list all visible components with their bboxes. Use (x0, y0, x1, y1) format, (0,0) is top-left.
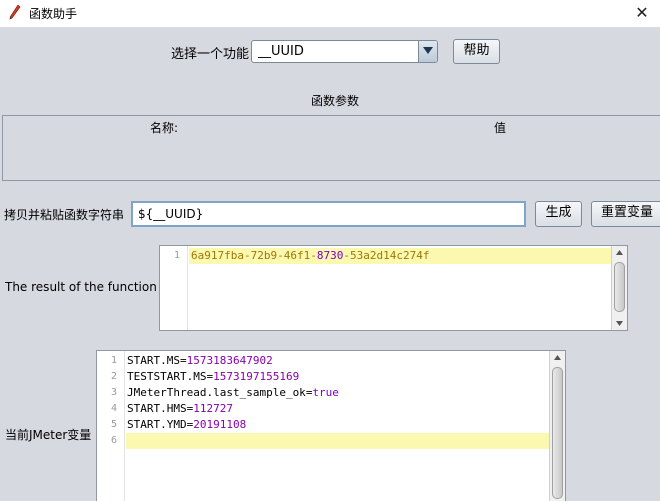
scroll-up-arrow-icon[interactable] (612, 246, 627, 260)
line-number: 2 (110, 371, 117, 382)
result-token: -53a2d14c274f (343, 249, 430, 262)
params-title: 函数参数 (310, 94, 359, 108)
title-bar (0, 0, 660, 27)
function-string-label: 拷贝并粘贴函数字符串 (4, 208, 125, 222)
vars-scrollbar[interactable] (549, 351, 565, 501)
line-number: 6 (110, 435, 117, 446)
reset-variables-button[interactable]: 重置变量 (591, 201, 660, 227)
scroll-down-arrow-icon[interactable] (612, 316, 627, 330)
params-column-value: 值 (494, 121, 507, 135)
var-value: true (312, 386, 339, 399)
function-select-value: __UUID (258, 44, 304, 59)
result-label: The result of the function is (5, 280, 171, 294)
jmeter-var-line: START.YMD=20191108 (127, 417, 246, 433)
jmeter-var-line: START.HMS=112727 (127, 401, 233, 417)
params-column-name: 名称: (150, 121, 179, 135)
generate-button[interactable]: 生成 (535, 201, 582, 227)
line-number: 5 (110, 419, 117, 430)
var-value: 112727 (193, 402, 233, 415)
jmeter-var-line: TESTSTART.MS=1573197155169 (127, 369, 299, 385)
var-key: JMeterThread.last_sample_ok (127, 386, 306, 399)
scroll-thumb[interactable] (552, 367, 563, 499)
scroll-thumb[interactable] (614, 262, 625, 312)
result-line: 6a917fba-72b9-46f1-8730-53a2d14c274f (191, 248, 429, 264)
jmeter-var-line: START.MS=1573183647902 (127, 353, 273, 369)
result-scrollbar[interactable] (611, 246, 627, 330)
var-key: START.MS (127, 354, 180, 367)
var-key: TESTSTART.MS (127, 370, 207, 383)
scroll-up-arrow-icon[interactable] (550, 351, 565, 365)
line-number: 1 (110, 355, 117, 366)
result-token: 6a917fba-72b9-46f1- (191, 249, 317, 262)
var-value: 1573183647902 (186, 354, 273, 367)
line-number: 4 (110, 403, 117, 414)
var-key: START.YMD (127, 418, 187, 431)
window-title: 函数助手 (29, 7, 78, 21)
result-token: 8730 (316, 249, 344, 262)
chevron-down-icon[interactable] (418, 41, 437, 62)
jmeter-vars-label: 当前JMeter变量 (5, 428, 92, 442)
line-number: 1 (173, 250, 180, 261)
function-select[interactable]: __UUID (251, 40, 438, 63)
close-icon[interactable]: ✕ (628, 2, 656, 24)
jmeter-vars-editor[interactable]: 1 START.MS=1573183647902 2 TESTSTART.MS=157… (96, 350, 566, 501)
var-value: 1573197155169 (213, 370, 300, 383)
line-number: 3 (110, 387, 117, 398)
current-line-highlight (126, 433, 549, 449)
var-value: 20191108 (193, 418, 247, 431)
params-table[interactable] (2, 115, 660, 181)
pencil-icon (9, 4, 21, 21)
function-string-value: ${__UUID} (138, 207, 204, 221)
help-button[interactable]: 帮助 (453, 39, 500, 64)
function-string-input[interactable]: ${__UUID} (131, 201, 526, 227)
var-key: START.HMS (127, 402, 187, 415)
result-editor[interactable]: 1 6a917fba-72b9-46f1-8730-53a2d14c274f (159, 245, 628, 331)
function-select-label: 选择一个功能 (171, 47, 250, 62)
var-equals: = (179, 354, 187, 367)
jmeter-var-line: JMeterThread.last_sample_ok=true (127, 385, 339, 401)
